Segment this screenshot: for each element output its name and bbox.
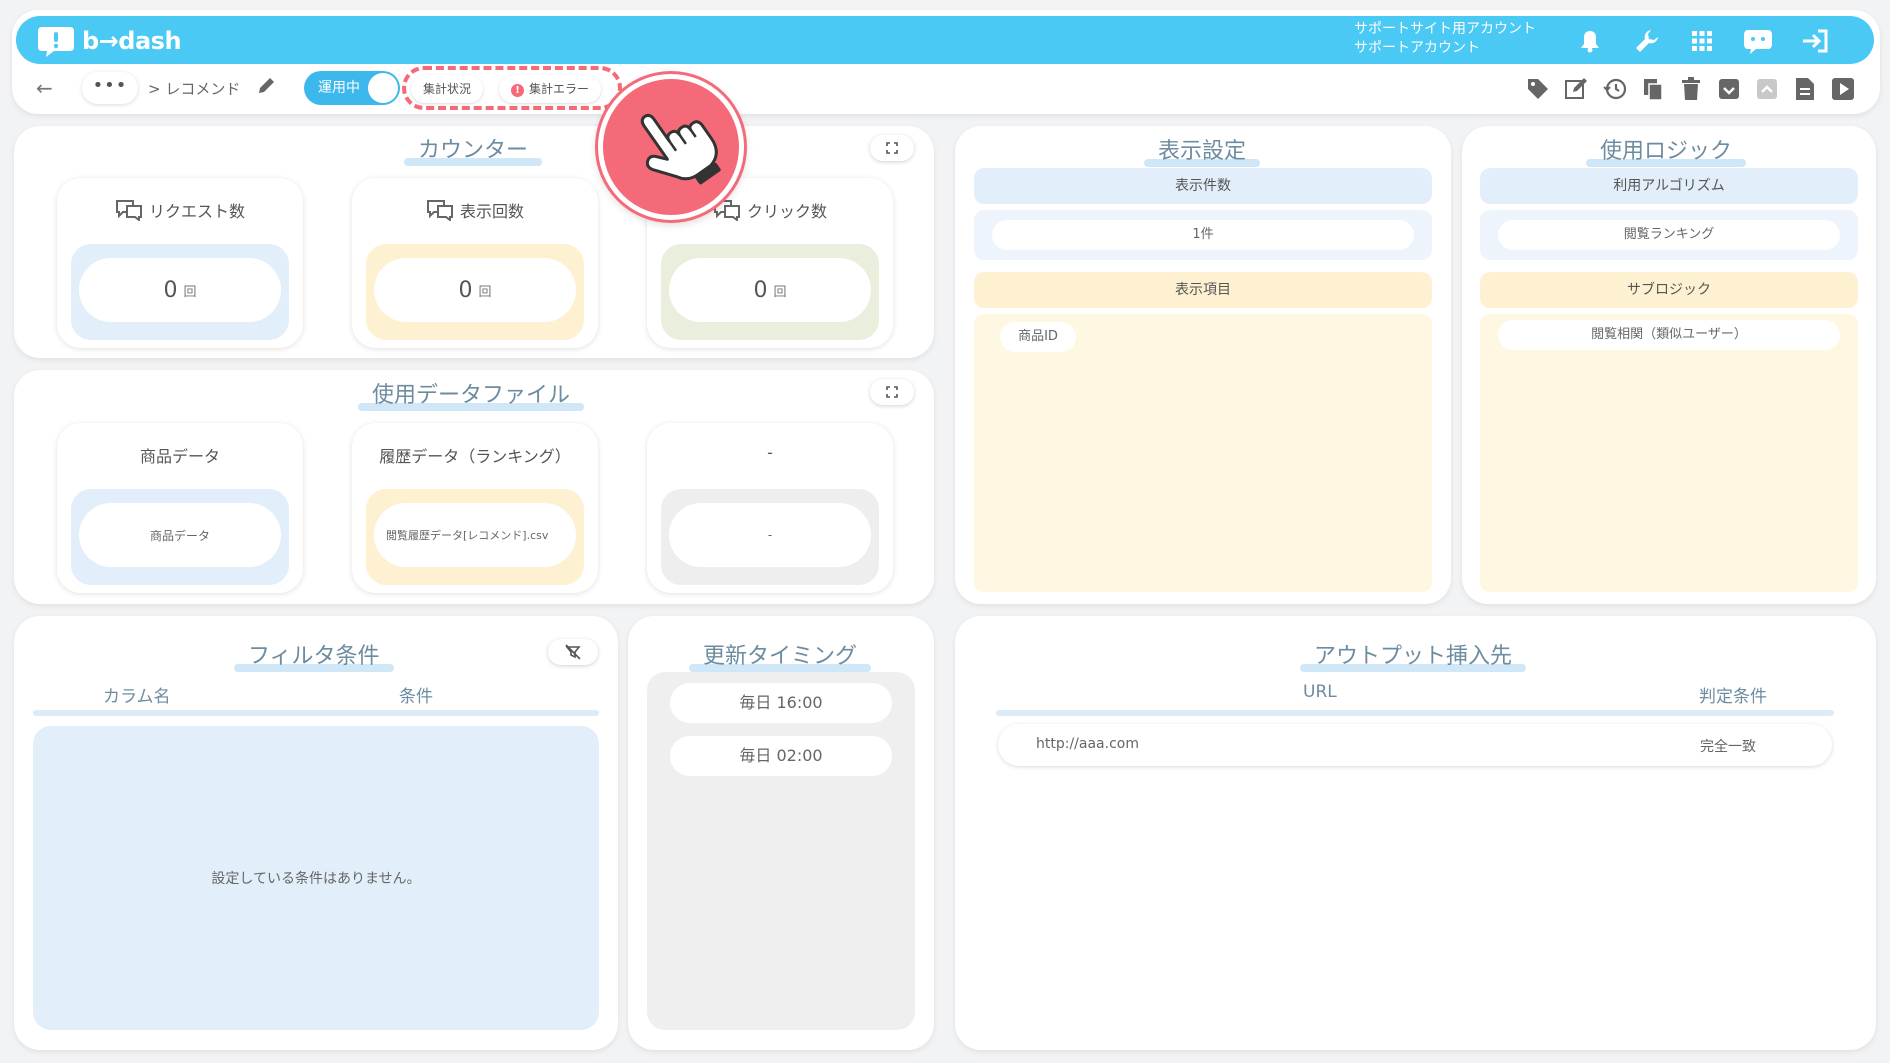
output-url: http://aaa.com (1036, 736, 1139, 752)
algorithm-header: 利用アルゴリズム (1480, 168, 1858, 204)
apps-grid-icon[interactable] (1685, 24, 1719, 58)
sub-logic-header: サブロジック (1480, 272, 1858, 308)
filter-title: フィルタ条件 (234, 638, 394, 672)
display-items-area (974, 314, 1432, 592)
bell-icon[interactable] (1573, 24, 1607, 58)
counter-value: 0 (458, 277, 473, 303)
datafile-card-history: 履歴データ（ランキング） 閲覧履歴データ[レコメンド].csv (352, 423, 598, 593)
datafile-card-empty: - - (647, 423, 893, 593)
filter-header-rule (33, 710, 599, 716)
datafile-title: 使用データファイル (358, 377, 585, 411)
wrench-icon[interactable] (1630, 24, 1664, 58)
datafile-label: - (767, 443, 773, 462)
counter-label: クリック数 (746, 202, 827, 221)
expand-icon (886, 142, 898, 154)
account-line-1: サポートサイト用アカウント (1354, 21, 1536, 37)
pointing-hand-overlay (598, 74, 744, 220)
filter-empty-text: 設定している条件はありません。 (211, 871, 421, 887)
datafile-label: 履歴データ（ランキング） (379, 447, 571, 466)
chat-bubble-icon (426, 200, 453, 221)
error-alert-icon: ! (511, 84, 524, 97)
counter-unit: 回 (183, 284, 197, 300)
sub-logic-area (1480, 314, 1858, 592)
logo-text: b→dash (82, 27, 182, 55)
counter-card-impressions: 表示回数 0 回 (352, 178, 598, 348)
output-condition: 完全一致 (1700, 739, 1756, 755)
display-count-header: 表示件数 (974, 168, 1432, 204)
filter-empty-area: 設定している条件はありません。 (33, 726, 599, 1030)
output-title: アウトプット挿入先 (1300, 638, 1527, 672)
filter-col-condition: 条件 (399, 687, 433, 707)
play-icon[interactable] (1828, 74, 1858, 104)
counter-value: 0 (753, 277, 768, 303)
display-item-chip: 商品ID (1000, 322, 1076, 352)
document-icon[interactable] (1790, 74, 1820, 104)
datafile-expand-button[interactable] (870, 379, 914, 405)
display-items-header: 表示項目 (974, 272, 1432, 308)
output-col-condition: 判定条件 (1699, 687, 1767, 707)
trash-icon[interactable] (1676, 74, 1706, 104)
breadcrumb: > レコメンド (148, 80, 241, 98)
aggregation-error-chip[interactable]: ! 集計エラー (499, 75, 602, 103)
display-settings-title: 表示設定 (1144, 133, 1261, 167)
aggregation-error-label: 集計エラー (529, 82, 590, 96)
unarchive-icon[interactable] (1752, 74, 1782, 104)
timing-item: 毎日 16:00 (670, 683, 892, 723)
more-button[interactable]: ••• (82, 72, 138, 104)
counter-unit: 回 (478, 284, 492, 300)
edit-icon[interactable] (1561, 74, 1591, 104)
sub-logic-value: 閲覧相関（類似ユーザー） (1498, 320, 1840, 350)
copy-icon[interactable] (1638, 74, 1668, 104)
logic-title: 使用ロジック (1586, 133, 1747, 167)
counter-label: 表示回数 (459, 202, 524, 221)
logout-icon[interactable] (1798, 24, 1832, 58)
logo[interactable]: b→dash (36, 22, 182, 60)
timing-area (647, 672, 915, 1030)
edit-name-pencil-icon[interactable] (256, 76, 276, 100)
display-count-value: 1件 (992, 220, 1414, 250)
datafile-card-product: 商品データ 商品データ (57, 423, 303, 593)
expand-icon (886, 386, 898, 398)
output-row[interactable]: http://aaa.com 完全一致 (998, 724, 1832, 766)
datafile-label: 商品データ (139, 447, 220, 466)
logo-icon (38, 27, 74, 57)
datafile-value: 閲覧履歴データ[レコメンド].csv (386, 528, 549, 542)
timing-title: 更新タイミング (689, 638, 872, 672)
pointing-hand-icon (640, 113, 721, 185)
chat-bubble-icon (115, 200, 142, 221)
counter-unit: 回 (773, 284, 787, 300)
archive-icon[interactable] (1714, 74, 1744, 104)
filter-col-name: カラム名 (103, 687, 171, 707)
support-chat-icon[interactable] (1741, 24, 1775, 58)
filter-off-icon (565, 644, 581, 660)
algorithm-value: 閲覧ランキング (1498, 220, 1840, 250)
counter-value: 0 (163, 277, 178, 303)
back-arrow-icon[interactable]: ← (36, 76, 53, 100)
account-line-2: サポートアカウント (1354, 40, 1480, 56)
aggregation-status-label: 集計状況 (423, 82, 472, 96)
timing-item: 毎日 02:00 (670, 736, 892, 776)
datafile-value: - (767, 528, 773, 542)
counter-label: リクエスト数 (148, 202, 245, 221)
filter-toggle-button[interactable] (548, 639, 598, 665)
counter-expand-button[interactable] (870, 135, 914, 161)
counter-card-requests: リクエスト数 0 回 (57, 178, 303, 348)
status-toggle[interactable]: 運用中 (304, 71, 400, 105)
account-info[interactable]: サポートサイト用アカウント サポートアカウント (1354, 20, 1536, 58)
history-icon[interactable] (1600, 74, 1630, 104)
datafile-value: 商品データ (149, 528, 210, 543)
status-toggle-label: 運用中 (318, 80, 360, 96)
toggle-knob (368, 73, 398, 103)
counter-title: カウンター (404, 132, 543, 166)
tag-icon[interactable] (1523, 74, 1553, 104)
output-col-url: URL (1303, 682, 1337, 702)
output-header-rule (996, 710, 1834, 716)
aggregation-status-chip[interactable]: 集計状況 (411, 75, 484, 103)
